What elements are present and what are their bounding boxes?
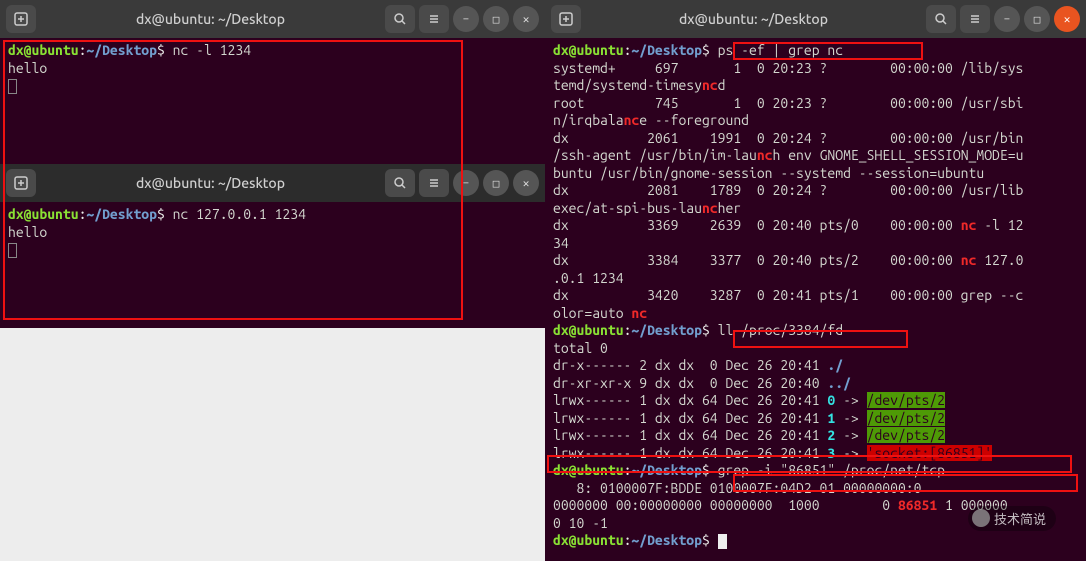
terminal-body[interactable]: dx@ubuntu:~/Desktop$ ps -ef | grep nc sy… — [545, 38, 1086, 558]
prompt-path: ~/Desktop — [86, 42, 157, 58]
new-tab-button[interactable] — [6, 169, 36, 197]
command-text: nc -l 1234 — [173, 42, 251, 58]
maximize-button[interactable]: □ — [483, 6, 509, 32]
output-line: root 745 1 0 20:23 ? 00:00:00 /usr/sbi — [553, 95, 1023, 111]
command-text: grep -i "86851" /proc/net/tcp — [718, 462, 945, 478]
new-tab-button[interactable] — [6, 5, 36, 33]
search-button[interactable] — [926, 5, 956, 33]
prompt-path: ~/Desktop — [631, 42, 702, 58]
cursor — [718, 534, 727, 549]
terminal-window-3: dx@ubuntu: ~/Desktop − □ ✕ dx@ubuntu:~/D… — [545, 0, 1086, 561]
new-tab-button[interactable] — [551, 5, 581, 33]
search-button[interactable] — [385, 5, 415, 33]
terminal-window-1: dx@ubuntu: ~/Desktop − □ ✕ dx@ubuntu:~/D… — [0, 0, 545, 164]
prompt-path: ~/Desktop — [631, 322, 702, 338]
cursor — [8, 243, 17, 258]
output-line: dx 2061 1991 0 20:24 ? 00:00:00 /usr/bin — [553, 130, 1023, 146]
close-button[interactable]: ✕ — [513, 170, 539, 196]
output-line: hello — [8, 224, 47, 240]
output-line: dx 3384 3377 0 20:40 pts/2 00:00:00 — [553, 252, 961, 268]
output-line: hello — [8, 60, 47, 76]
maximize-button[interactable]: □ — [1024, 6, 1050, 32]
prompt-path: ~/Desktop — [631, 462, 702, 478]
window-title: dx@ubuntu: ~/Desktop — [585, 11, 922, 27]
prompt-user: dx@ubuntu — [553, 462, 624, 478]
output-line: total 0 — [553, 340, 608, 356]
minimize-button[interactable]: − — [453, 6, 479, 32]
minimize-button[interactable]: − — [453, 170, 479, 196]
close-button[interactable]: ✕ — [1054, 6, 1080, 32]
prompt-user: dx@ubuntu — [553, 532, 624, 548]
output-line: dx 3369 2639 0 20:40 pts/0 00:00:00 — [553, 217, 961, 233]
menu-button[interactable] — [419, 169, 449, 197]
terminal-body[interactable]: dx@ubuntu:~/Desktop$ nc 127.0.0.1 1234 h… — [0, 202, 545, 327]
command-text: ps -ef | grep nc — [718, 42, 843, 58]
window-title: dx@ubuntu: ~/Desktop — [40, 11, 381, 27]
titlebar: dx@ubuntu: ~/Desktop − □ ✕ — [0, 0, 545, 38]
cursor — [8, 79, 17, 94]
output-line: dx 2081 1789 0 20:24 ? 00:00:00 /usr/lib — [553, 182, 1023, 198]
command-text: ll /proc/3384/fd — [718, 322, 843, 338]
prompt-user: dx@ubuntu — [553, 322, 624, 338]
output-line: dx 3420 3287 0 20:41 pts/1 00:00:00 grep… — [553, 287, 1023, 303]
prompt-user: dx@ubuntu — [8, 42, 79, 58]
search-button[interactable] — [385, 169, 415, 197]
terminal-window-2: dx@ubuntu: ~/Desktop − □ ✕ dx@ubuntu:~/D… — [0, 164, 545, 328]
prompt-path: ~/Desktop — [631, 532, 702, 548]
menu-button[interactable] — [419, 5, 449, 33]
watermark: 技术简说 — [968, 506, 1056, 531]
minimize-button[interactable]: − — [994, 6, 1020, 32]
menu-button[interactable] — [960, 5, 990, 33]
command-text: nc 127.0.0.1 1234 — [173, 206, 306, 222]
prompt-user: dx@ubuntu — [553, 42, 624, 58]
output-line: systemd+ 697 1 0 20:23 ? 00:00:00 /lib/s… — [553, 60, 1023, 76]
output-line: 8: 0100007F:BDDE 0100007F:04D2 01 000000… — [553, 480, 921, 496]
close-button[interactable]: ✕ — [513, 6, 539, 32]
maximize-button[interactable]: □ — [483, 170, 509, 196]
window-title: dx@ubuntu: ~/Desktop — [40, 175, 381, 191]
prompt-user: dx@ubuntu — [8, 206, 79, 222]
prompt-path: ~/Desktop — [86, 206, 157, 222]
terminal-body[interactable]: dx@ubuntu:~/Desktop$ nc -l 1234 hello — [0, 38, 545, 163]
titlebar: dx@ubuntu: ~/Desktop − □ ✕ — [0, 164, 545, 202]
output-line: temd/systemd-timesy — [553, 77, 702, 93]
titlebar: dx@ubuntu: ~/Desktop − □ ✕ — [545, 0, 1086, 38]
